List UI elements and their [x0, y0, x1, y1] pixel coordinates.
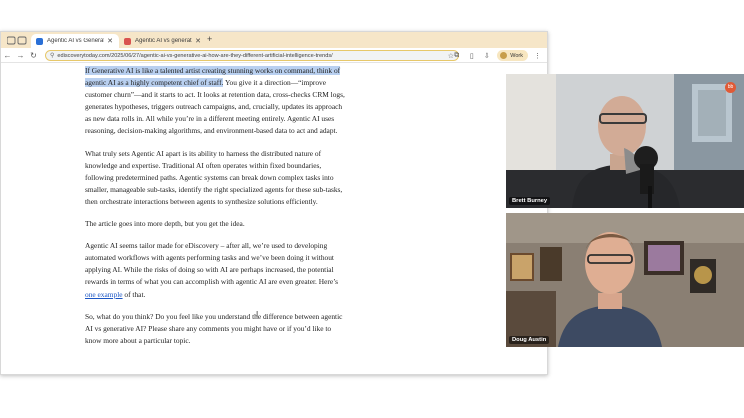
- browser-toolbar: ← → ↻ ⚲ ediscoverytoday.com/2025/06/27/a…: [1, 48, 547, 63]
- address-bar[interactable]: ⚲ ediscoverytoday.com/2025/06/27/agentic…: [45, 50, 459, 61]
- one-example-link[interactable]: one example: [85, 290, 123, 299]
- extensions-icon[interactable]: ⧉: [451, 52, 462, 60]
- profile-button[interactable]: Work: [497, 50, 528, 61]
- participant-badge: bb: [725, 82, 736, 93]
- reload-icon[interactable]: ↻: [27, 51, 40, 60]
- back-arrow-icon[interactable]: ←: [1, 51, 14, 60]
- tab-strip: Agentic AI vs Generative AI: H... ✕ Agen…: [1, 32, 547, 48]
- article-paragraph: What truly sets Agentic AI apart is its …: [85, 148, 343, 206]
- video-tile-brett[interactable]: bb Brett Burney: [506, 74, 744, 208]
- article-paragraph: So, what do you think? Do you feel like …: [85, 311, 343, 345]
- participant-name: Doug Austin: [509, 336, 550, 344]
- forward-arrow-icon[interactable]: →: [14, 51, 27, 60]
- article-paragraph: The article goes into more depth, but yo…: [85, 219, 245, 229]
- tab-groups-icon[interactable]: [7, 36, 27, 45]
- participant-video: [506, 213, 744, 347]
- site-favicon-icon: [124, 37, 131, 45]
- tab-title: Agentic AI vs generative AI: T...: [135, 38, 192, 44]
- toolbar-right: ⧉ ▯ ⇩ Work ⋮: [447, 50, 543, 61]
- participant-video: [506, 74, 744, 208]
- video-tile-doug[interactable]: Doug Austin: [506, 213, 744, 347]
- article-body: If Generative AI is like a talented arti…: [85, 65, 347, 357]
- browser-window: Agentic AI vs Generative AI: H... ✕ Agen…: [0, 31, 548, 375]
- close-tab-icon[interactable]: ✕: [195, 37, 201, 45]
- close-tab-icon[interactable]: ✕: [107, 37, 113, 45]
- article-paragraph: If Generative AI is like a talented arti…: [85, 65, 347, 138]
- paragraph-text: Agentic AI seems tailor made for eDiscov…: [85, 241, 339, 287]
- page-content: If Generative AI is like a talented arti…: [1, 64, 547, 374]
- text-cursor-icon: I: [256, 310, 259, 319]
- site-info-icon[interactable]: ⚲: [50, 52, 54, 59]
- article-paragraph: Agentic AI seems tailor made for eDiscov…: [85, 240, 347, 300]
- profile-label: Work: [510, 52, 523, 59]
- tab-agentic-vs-generative-2[interactable]: Agentic AI vs generative AI: T... ✕: [119, 34, 207, 48]
- sidebar-icon[interactable]: ▯: [466, 52, 477, 60]
- menu-kebab-icon[interactable]: ⋮: [532, 52, 543, 60]
- url-text[interactable]: ediscoverytoday.com/2025/06/27/agentic-a…: [57, 53, 447, 59]
- site-favicon-icon: [36, 37, 43, 45]
- screen: Agentic AI vs Generative AI: H... ✕ Agen…: [0, 0, 744, 418]
- new-tab-button[interactable]: +: [207, 34, 212, 44]
- paragraph-text: of that.: [122, 289, 146, 299]
- downloads-icon[interactable]: ⇩: [481, 52, 492, 60]
- tab-agentic-vs-generative[interactable]: Agentic AI vs Generative AI: H... ✕: [31, 34, 119, 48]
- participant-name: Brett Burney: [509, 197, 551, 205]
- tab-title: Agentic AI vs Generative AI: H...: [47, 38, 104, 44]
- avatar: [500, 52, 508, 59]
